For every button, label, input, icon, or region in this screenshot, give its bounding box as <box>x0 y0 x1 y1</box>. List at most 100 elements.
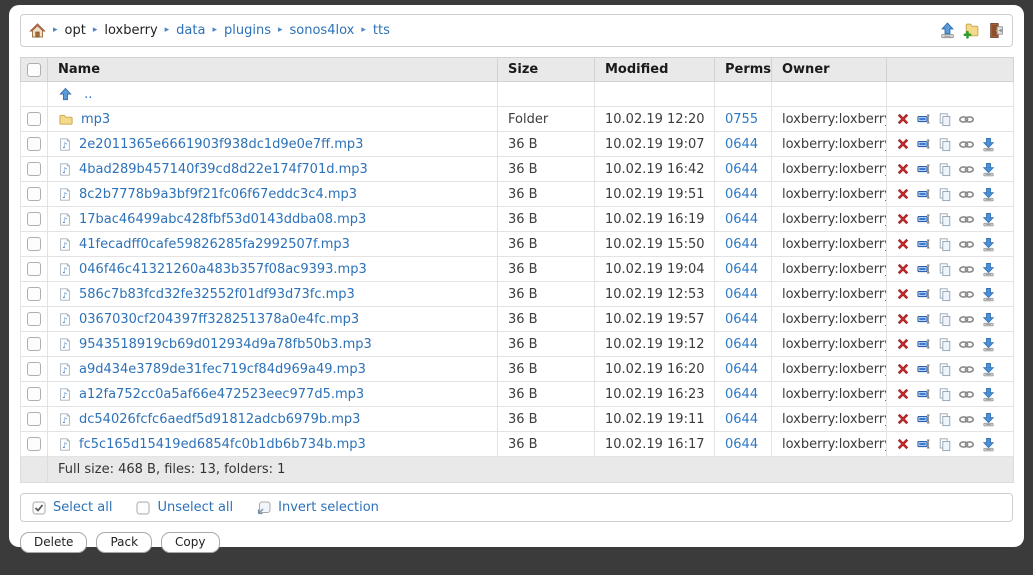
file-link[interactable]: a9d434e3789de31fec719cf84d969a49.mp3 <box>79 362 366 377</box>
breadcrumb-item-plugins[interactable]: plugins <box>224 23 271 38</box>
select-all-icon[interactable] <box>32 501 46 515</box>
link-icon[interactable] <box>958 188 975 201</box>
delete-icon[interactable] <box>896 112 910 126</box>
download-icon[interactable] <box>981 287 996 302</box>
copy-icon[interactable] <box>938 312 952 327</box>
unselect-all-icon[interactable] <box>136 501 150 515</box>
delete-icon[interactable] <box>896 287 910 301</box>
delete-button[interactable]: Delete <box>20 532 88 553</box>
column-header-owner[interactable]: Owner <box>771 57 887 82</box>
link-icon[interactable] <box>958 413 975 426</box>
download-icon[interactable] <box>981 412 996 427</box>
link-icon[interactable] <box>958 338 975 351</box>
copy-icon[interactable] <box>938 237 952 252</box>
rename-icon[interactable] <box>916 262 932 276</box>
row-checkbox[interactable] <box>27 137 41 151</box>
perms-link[interactable]: 0644 <box>725 412 758 427</box>
copy-icon[interactable] <box>938 337 952 352</box>
copy-button[interactable]: Copy <box>161 532 220 553</box>
copy-icon[interactable] <box>938 162 952 177</box>
upload-icon[interactable] <box>939 22 956 39</box>
rename-icon[interactable] <box>916 112 932 126</box>
link-icon[interactable] <box>958 263 975 276</box>
copy-icon[interactable] <box>938 212 952 227</box>
invert-selection-icon[interactable] <box>257 501 271 515</box>
perms-link[interactable]: 0644 <box>725 437 758 452</box>
rename-icon[interactable] <box>916 312 932 326</box>
copy-icon[interactable] <box>938 287 952 302</box>
download-icon[interactable] <box>981 137 996 152</box>
rename-icon[interactable] <box>916 237 932 251</box>
select-all-header-checkbox[interactable] <box>27 62 41 77</box>
column-header-modified[interactable]: Modified <box>594 57 715 82</box>
link-icon[interactable] <box>958 163 975 176</box>
download-icon[interactable] <box>981 187 996 202</box>
download-icon[interactable] <box>981 237 996 252</box>
perms-link[interactable]: 0644 <box>725 262 758 277</box>
delete-icon[interactable] <box>896 312 910 326</box>
up-arrow-icon[interactable] <box>58 87 73 102</box>
rename-icon[interactable] <box>916 287 932 301</box>
file-link[interactable]: a12fa752cc0a5af66e472523eec977d5.mp3 <box>79 387 364 402</box>
download-icon[interactable] <box>981 437 996 452</box>
rename-icon[interactable] <box>916 337 932 351</box>
row-checkbox[interactable] <box>27 337 41 351</box>
row-checkbox[interactable] <box>27 162 41 176</box>
link-icon[interactable] <box>958 238 975 251</box>
rename-icon[interactable] <box>916 387 932 401</box>
row-checkbox[interactable] <box>27 287 41 301</box>
row-checkbox[interactable] <box>27 312 41 326</box>
link-icon[interactable] <box>958 138 975 151</box>
download-icon[interactable] <box>981 162 996 177</box>
copy-icon[interactable] <box>938 437 952 452</box>
copy-icon[interactable] <box>938 112 952 127</box>
download-icon[interactable] <box>981 362 996 377</box>
row-checkbox[interactable] <box>27 187 41 201</box>
delete-icon[interactable] <box>896 387 910 401</box>
perms-link[interactable]: 0755 <box>725 112 758 127</box>
file-link[interactable]: 9543518919cb69d012934d9a78fb50b3.mp3 <box>79 337 372 352</box>
perms-link[interactable]: 0644 <box>725 312 758 327</box>
breadcrumb-item-sonos4lox[interactable]: sonos4lox <box>290 23 355 38</box>
file-link[interactable]: 8c2b7778b9a3bf9f21fc06f67eddc3c4.mp3 <box>79 187 357 202</box>
column-header-name[interactable]: Name <box>47 57 498 82</box>
column-header-size[interactable]: Size <box>497 57 595 82</box>
link-icon[interactable] <box>958 363 975 376</box>
rename-icon[interactable] <box>916 162 932 176</box>
row-checkbox[interactable] <box>27 237 41 251</box>
delete-icon[interactable] <box>896 362 910 376</box>
link-icon[interactable] <box>958 213 975 226</box>
perms-link[interactable]: 0644 <box>725 387 758 402</box>
file-link[interactable]: 586c7b83fcd32fe32552f01df93d73fc.mp3 <box>79 287 355 302</box>
perms-link[interactable]: 0644 <box>725 287 758 302</box>
home-icon[interactable] <box>29 22 46 39</box>
row-checkbox[interactable] <box>27 362 41 376</box>
file-link[interactable]: 17bac46499abc428fbf53d0143ddba08.mp3 <box>79 212 366 227</box>
perms-link[interactable]: 0644 <box>725 137 758 152</box>
download-icon[interactable] <box>981 312 996 327</box>
perms-link[interactable]: 0644 <box>725 187 758 202</box>
download-icon[interactable] <box>981 387 996 402</box>
rename-icon[interactable] <box>916 437 932 451</box>
invert-selection-link[interactable]: Invert selection <box>278 500 379 515</box>
link-icon[interactable] <box>958 313 975 326</box>
download-icon[interactable] <box>981 337 996 352</box>
delete-icon[interactable] <box>896 137 910 151</box>
unselect-all-link[interactable]: Unselect all <box>157 500 233 515</box>
file-link[interactable]: 046f46c41321260a483b357f08ac9393.mp3 <box>79 262 367 277</box>
delete-icon[interactable] <box>896 262 910 276</box>
rename-icon[interactable] <box>916 412 932 426</box>
rename-icon[interactable] <box>916 137 932 151</box>
rename-icon[interactable] <box>916 212 932 226</box>
breadcrumb-item-data[interactable]: data <box>176 23 205 38</box>
rename-icon[interactable] <box>916 362 932 376</box>
file-link[interactable]: 0367030cf204397ff328251378a0e4fc.mp3 <box>79 312 359 327</box>
delete-icon[interactable] <box>896 162 910 176</box>
column-header-perms[interactable]: Perms <box>714 57 772 82</box>
select-all-link[interactable]: Select all <box>53 500 112 515</box>
folder-link[interactable]: mp3 <box>81 112 110 127</box>
link-icon[interactable] <box>958 438 975 451</box>
link-icon[interactable] <box>958 288 975 301</box>
link-icon[interactable] <box>958 388 975 401</box>
row-checkbox[interactable] <box>27 112 41 126</box>
